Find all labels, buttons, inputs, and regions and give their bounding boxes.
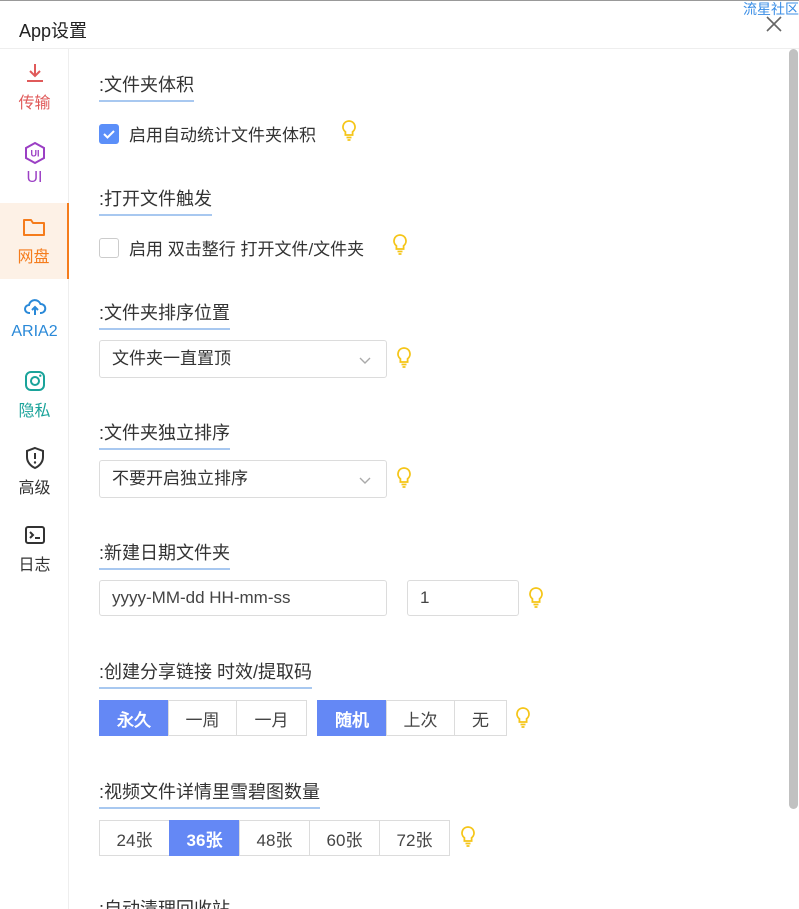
- folder-sort-value: 文件夹一直置顶: [112, 349, 231, 368]
- terminal-icon: [24, 526, 45, 544]
- sidebar-item-privacy[interactable]: 隐私: [0, 357, 69, 433]
- lightbulb-icon[interactable]: [514, 706, 532, 728]
- independent-sort-select[interactable]: 不要开启独立排序: [99, 460, 387, 498]
- share-duration-option[interactable]: 一月: [236, 700, 307, 736]
- sprite-count-option[interactable]: 36张: [169, 820, 240, 856]
- share-duration-option[interactable]: 永久: [99, 700, 169, 736]
- sidebar-item-log[interactable]: 日志: [0, 511, 69, 587]
- date-folder-count-input[interactable]: 1: [407, 580, 519, 616]
- lightbulb-icon[interactable]: [391, 233, 409, 255]
- sidebar-item-netdisk[interactable]: 网盘: [0, 203, 69, 279]
- section-title-recycle: :自动清理回收站: [99, 895, 230, 909]
- dialog-header: App设置: [0, 1, 799, 49]
- lightbulb-icon[interactable]: [527, 586, 545, 608]
- section-title-folder-sort: :文件夹排序位置: [99, 299, 231, 330]
- content-scrollbar[interactable]: [789, 49, 798, 809]
- sprite-count-group: 24张 36张 48张 60张 72张: [99, 820, 450, 856]
- sprite-count-option[interactable]: 48张: [239, 820, 310, 856]
- sidebar-item-label: 传输: [18, 95, 51, 112]
- sidebar-item-aria2[interactable]: ARIA2: [0, 280, 69, 356]
- instagram-icon: [24, 371, 45, 391]
- svg-text:UI: UI: [30, 149, 39, 159]
- share-duration-group: 永久 一周 一月: [99, 700, 307, 736]
- share-code-option[interactable]: 无: [454, 700, 507, 736]
- cloud-upload-icon: [23, 299, 46, 315]
- share-duration-option[interactable]: 一周: [168, 700, 237, 736]
- lightbulb-icon[interactable]: [459, 825, 477, 847]
- download-icon: [26, 64, 43, 82]
- sprite-count-option[interactable]: 24张: [99, 820, 170, 856]
- independent-sort-value: 不要开启独立排序: [112, 469, 248, 488]
- section-title-sprite-count: :视频文件详情里雪碧图数量: [99, 778, 320, 809]
- lightbulb-icon[interactable]: [395, 346, 413, 368]
- sidebar-item-label: 日志: [18, 557, 51, 574]
- settings-window: App设置 流星社区 传输 UI UI 网盘 ARIA2 隐私 高级 日志:文…: [0, 0, 799, 909]
- share-code-group: 随机 上次 无: [317, 700, 507, 736]
- share-code-option[interactable]: 上次: [386, 700, 455, 736]
- settings-content: :文件夹体积 启用自动统计文件夹体积 :打开文件触发 启用 双击整行 打开文件/…: [70, 49, 788, 909]
- auto-folder-size-label: 启用自动统计文件夹体积: [129, 126, 316, 145]
- double-click-open-checkbox[interactable]: [99, 237, 119, 258]
- sprite-count-option[interactable]: 72张: [379, 820, 450, 856]
- auto-folder-size-option[interactable]: 启用自动统计文件夹体积: [99, 121, 316, 146]
- sidebar: 传输 UI UI 网盘 ARIA2 隐私 高级 日志: [0, 49, 69, 909]
- folder-icon: [22, 219, 45, 236]
- sidebar-item-ui[interactable]: UI UI: [0, 126, 69, 202]
- ui-badge-icon: UI: [24, 141, 45, 165]
- double-click-open-label: 启用 双击整行 打开文件/文件夹: [129, 240, 365, 259]
- section-title-date-folder: :新建日期文件夹: [99, 539, 231, 570]
- sidebar-item-advanced[interactable]: 高级: [0, 434, 69, 510]
- folder-sort-select[interactable]: 文件夹一直置顶: [99, 340, 387, 378]
- date-format-input[interactable]: yyyy-MM-dd HH-mm-ss: [99, 580, 387, 616]
- section-title-independent-sort: :文件夹独立排序: [99, 419, 231, 450]
- check-icon: [103, 129, 115, 139]
- share-code-option[interactable]: 随机: [317, 700, 387, 736]
- chevron-down-icon: [359, 477, 371, 484]
- chevron-down-icon: [359, 357, 371, 364]
- sidebar-item-label: UI: [26, 169, 43, 186]
- sprite-count-option[interactable]: 60张: [309, 820, 380, 856]
- sidebar-item-label: 隐私: [18, 403, 51, 420]
- auto-folder-size-checkbox[interactable]: [99, 123, 119, 144]
- dialog-title: App设置: [19, 21, 88, 41]
- sidebar-item-label: 高级: [18, 480, 51, 497]
- section-title-share-link: :创建分享链接 时效/提取码: [99, 658, 313, 689]
- lightbulb-icon[interactable]: [340, 119, 358, 141]
- double-click-open-option[interactable]: 启用 双击整行 打开文件/文件夹: [99, 235, 364, 260]
- community-link[interactable]: 流星社区: [743, 0, 799, 19]
- sidebar-item-transfer[interactable]: 传输: [0, 49, 69, 125]
- sidebar-item-label: 网盘: [17, 249, 50, 266]
- shield-alert-icon: [25, 446, 44, 470]
- section-title-folder-size: :文件夹体积: [99, 71, 195, 102]
- sidebar-item-label: ARIA2: [11, 323, 58, 340]
- section-title-open-file: :打开文件触发: [99, 185, 213, 216]
- lightbulb-icon[interactable]: [395, 466, 413, 488]
